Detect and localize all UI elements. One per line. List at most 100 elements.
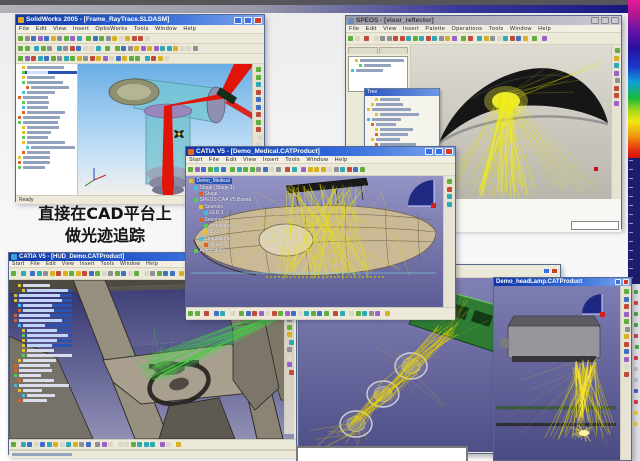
toolbar-icon[interactable] xyxy=(25,56,30,61)
toolbar-icon[interactable] xyxy=(11,442,16,447)
toolbar-icon[interactable] xyxy=(95,271,100,276)
toolbar-icon[interactable] xyxy=(86,36,91,41)
minimize-button[interactable] xyxy=(615,279,621,285)
toolbar-icon[interactable] xyxy=(83,56,88,61)
tree-item[interactable] xyxy=(14,364,72,368)
maximize-button[interactable] xyxy=(244,17,252,24)
catia-main-titlebar[interactable]: CATIA V5 - [Demo_Medical.CATProduct] xyxy=(186,147,455,156)
toolbar-icon[interactable] xyxy=(256,67,261,72)
catia-module-viewport[interactable] xyxy=(494,286,620,460)
toolbar-icon[interactable] xyxy=(532,36,537,41)
toolbar-icon[interactable] xyxy=(624,372,629,377)
toolbar-icon[interactable] xyxy=(115,271,120,276)
toolbar-icon[interactable] xyxy=(447,202,452,207)
toolbar-icon[interactable] xyxy=(237,167,242,172)
tree-item[interactable] xyxy=(18,161,77,165)
catia-main-right-toolbar[interactable] xyxy=(443,176,455,307)
toolbar-icon[interactable] xyxy=(256,97,261,102)
toolbar-icon[interactable] xyxy=(426,36,431,41)
toolbar-icon[interactable] xyxy=(542,36,547,41)
toolbar-icon[interactable] xyxy=(180,46,185,51)
toolbar-icon[interactable] xyxy=(108,442,113,447)
tree-item[interactable] xyxy=(359,64,407,68)
toolbar-icon[interactable] xyxy=(287,347,292,352)
toolbar-icon[interactable] xyxy=(63,46,68,51)
toolbar-icon[interactable] xyxy=(635,345,639,349)
toolbar-icon[interactable] xyxy=(135,56,140,61)
toolbar-icon[interactable] xyxy=(77,36,82,41)
tree-item[interactable] xyxy=(22,126,77,130)
tree-item[interactable]: SPEOS CAA V5 Based xyxy=(194,197,251,203)
toolbar-icon[interactable] xyxy=(250,167,255,172)
tree-item[interactable] xyxy=(18,96,77,100)
tab-1[interactable] xyxy=(348,47,378,54)
toolbar-icon[interactable] xyxy=(287,332,292,337)
toolbar-icon[interactable] xyxy=(145,56,150,61)
toolbar-icon[interactable] xyxy=(70,46,75,51)
toolbar-icon[interactable] xyxy=(53,442,58,447)
toolbar-icon[interactable] xyxy=(278,311,283,316)
toolbar-icon[interactable] xyxy=(258,135,263,140)
toolbar-icon[interactable] xyxy=(447,187,452,192)
toolbar-icon[interactable] xyxy=(150,271,155,276)
tree-item[interactable] xyxy=(351,69,407,73)
toolbar-icon[interactable] xyxy=(348,36,353,41)
tree-item[interactable] xyxy=(14,384,72,388)
toolbar-icon[interactable] xyxy=(163,271,168,276)
toolbar-icon[interactable] xyxy=(276,167,281,172)
toolbar-icon[interactable] xyxy=(204,311,209,316)
toolbar-icon[interactable] xyxy=(31,56,36,61)
toolbar-icon[interactable] xyxy=(360,167,365,172)
tree-item[interactable] xyxy=(22,136,77,140)
toolbar-icon[interactable] xyxy=(121,271,126,276)
tree-item[interactable] xyxy=(22,289,72,293)
toolbar-icon[interactable] xyxy=(614,56,619,61)
tree-item[interactable] xyxy=(22,91,77,95)
tree-item[interactable] xyxy=(26,86,77,90)
toolbar-icon[interactable] xyxy=(122,56,127,61)
catia-main-toolbar[interactable] xyxy=(186,164,455,176)
toolbar-icon[interactable] xyxy=(634,312,638,316)
toolbar-icon[interactable] xyxy=(208,167,213,172)
tree-item[interactable] xyxy=(22,71,77,75)
toolbar-icon[interactable] xyxy=(164,56,169,61)
toolbar-icon[interactable] xyxy=(27,442,32,447)
toolbar-icon[interactable] xyxy=(445,36,450,41)
tree-item[interactable] xyxy=(22,76,77,80)
tree-item[interactable] xyxy=(371,123,439,127)
toolbar-icon[interactable] xyxy=(311,311,316,316)
solidworks-toolbar-3[interactable] xyxy=(16,54,264,64)
toolbar-icon[interactable] xyxy=(124,442,129,447)
tree-item[interactable] xyxy=(22,151,77,155)
toolbar-icon[interactable] xyxy=(44,56,49,61)
toolbar-icon[interactable] xyxy=(57,46,62,51)
toolbar-icon[interactable] xyxy=(51,56,56,61)
toolbar-icon[interactable] xyxy=(243,167,248,172)
toolbar-icon[interactable] xyxy=(186,46,191,51)
toolbar-icon[interactable] xyxy=(79,442,84,447)
toolbar-icon[interactable] xyxy=(220,311,225,316)
tree-item[interactable] xyxy=(375,133,439,137)
toolbar-icon[interactable] xyxy=(160,46,165,51)
solidworks-menubar[interactable]: File Edit View Insert OptisWorks Tools W… xyxy=(16,25,264,34)
toolbar-icon[interactable] xyxy=(128,46,133,51)
toolbar-icon[interactable] xyxy=(634,378,638,382)
solidworks-toolbar-2[interactable] xyxy=(16,44,264,54)
tree-item[interactable] xyxy=(18,359,72,363)
toolbar-icon[interactable] xyxy=(503,36,508,41)
toolbar-icon[interactable] xyxy=(615,48,620,53)
toolbar-icon[interactable] xyxy=(43,271,48,276)
toolbar-icon[interactable] xyxy=(108,271,113,276)
toolbar-icon[interactable] xyxy=(57,56,62,61)
toolbar-icon[interactable] xyxy=(256,75,261,80)
toolbar-icon[interactable] xyxy=(112,36,117,41)
toolbar-icon[interactable] xyxy=(624,357,629,362)
toolbar-icon[interactable] xyxy=(634,301,638,305)
toolbar-icon[interactable] xyxy=(614,63,619,68)
tree-item[interactable] xyxy=(14,319,72,323)
tree-item[interactable] xyxy=(375,98,439,102)
toolbar-icon[interactable] xyxy=(477,36,482,41)
catia-module-right-toolbar[interactable] xyxy=(620,286,631,460)
tree-item[interactable] xyxy=(22,131,77,135)
toolbar-icon[interactable] xyxy=(256,82,261,87)
